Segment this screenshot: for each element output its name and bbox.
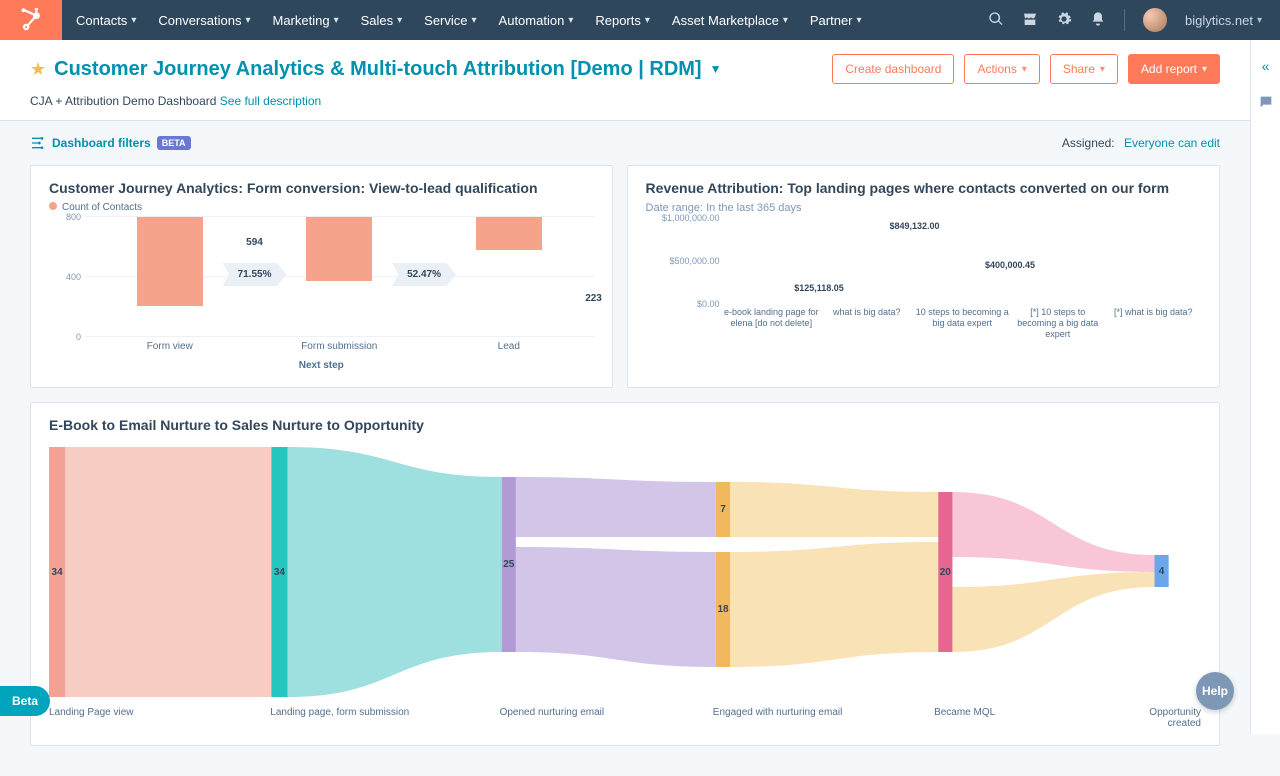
funnel-card: Customer Journey Analytics: Form convers… xyxy=(30,165,613,388)
beta-badge: BETA xyxy=(157,136,191,150)
nav-item[interactable]: Conversations▾ xyxy=(158,13,250,28)
card-subtitle: Date range: In the last 365 days xyxy=(646,202,1201,214)
sankey-node-value: 20 xyxy=(938,564,952,580)
collapse-icon[interactable]: « xyxy=(1262,58,1270,74)
category-label: Form submission xyxy=(255,341,425,352)
chevron-down-icon: ▾ xyxy=(645,15,650,26)
chevron-down-icon: ▾ xyxy=(334,15,339,26)
favorite-star-icon[interactable]: ★ xyxy=(30,59,46,80)
dashboard-filters-toggle[interactable]: Dashboard filters BETA xyxy=(30,135,191,151)
revenue-bar-group xyxy=(1010,218,1105,304)
help-button[interactable]: Help xyxy=(1196,672,1234,710)
category-label: Form view xyxy=(85,341,255,352)
sankey-node-value: 7 xyxy=(716,502,730,518)
category-label: what is big data? xyxy=(819,307,914,340)
sankey-stage-label: Landing Page view xyxy=(49,707,270,729)
revenue-chart: $0.00$500,000.00$1,000,000.00 $125,118.0… xyxy=(646,218,1201,304)
nav-item[interactable]: Asset Marketplace▾ xyxy=(672,13,788,28)
hubspot-logo[interactable] xyxy=(0,0,62,40)
chevron-down-icon: ▾ xyxy=(245,15,250,26)
sankey-node-value: 18 xyxy=(716,602,730,618)
title-dropdown-icon[interactable]: ▼ xyxy=(710,62,722,76)
chevron-down-icon: ▾ xyxy=(131,15,136,26)
account-switcher[interactable]: biglytics.net▾ xyxy=(1185,13,1262,28)
chevron-down-icon: ▾ xyxy=(568,15,573,26)
marketplace-icon[interactable] xyxy=(1022,11,1038,30)
sankey-node-value: 4 xyxy=(1155,563,1169,579)
card-title: E-Book to Email Nurture to Sales Nurture… xyxy=(49,417,1201,433)
chevron-down-icon: ▾ xyxy=(1022,64,1027,75)
nav-item[interactable]: Automation▾ xyxy=(499,13,574,28)
x-axis-title: Next step xyxy=(49,360,594,371)
category-label: [*] 10 steps to becoming a big data expe… xyxy=(1010,307,1105,340)
dashboard-toolbar: Dashboard filters BETA Assigned: Everyon… xyxy=(0,121,1250,165)
notifications-icon[interactable] xyxy=(1090,11,1106,30)
category-label: [*] what is big data? xyxy=(1105,307,1200,340)
category-label: 10 steps to becoming a big data expert xyxy=(915,307,1010,340)
chevron-down-icon: ▾ xyxy=(1202,64,1207,75)
right-rail: « xyxy=(1250,40,1280,734)
nav-item[interactable]: Sales▾ xyxy=(361,13,403,28)
see-full-description-link[interactable]: See full description xyxy=(220,94,321,108)
actions-button[interactable]: Actions▾ xyxy=(964,54,1039,84)
nav-item[interactable]: Contacts▾ xyxy=(76,13,136,28)
funnel-bar-group: 59471.55% xyxy=(85,217,255,337)
card-title: Revenue Attribution: Top landing pages w… xyxy=(646,180,1201,196)
assigned-area: Assigned: Everyone can edit xyxy=(1062,136,1220,150)
assigned-link[interactable]: Everyone can edit xyxy=(1124,136,1220,150)
sankey-stage-label: Engaged with nurturing email xyxy=(713,707,934,729)
page-subtitle: CJA + Attribution Demo Dashboard See ful… xyxy=(30,94,1220,108)
bar xyxy=(476,217,542,250)
category-label: e-book landing page for elena [do not de… xyxy=(724,307,819,340)
chevron-down-icon: ▾ xyxy=(472,15,477,26)
avatar[interactable] xyxy=(1143,8,1167,32)
nav-item[interactable]: Reports▾ xyxy=(595,13,650,28)
funnel-bar-group: 42552.47% xyxy=(255,217,425,337)
top-nav: Contacts▾ Conversations▾ Marketing▾ Sales▾ S… xyxy=(0,0,1280,40)
revenue-bar-group xyxy=(1105,218,1200,304)
sankey-chart: 34 34 25 7 18 20 4 xyxy=(49,447,1201,697)
page-title: Customer Journey Analytics & Multi-touch… xyxy=(54,58,701,81)
page-header: ★ Customer Journey Analytics & Multi-tou… xyxy=(0,40,1250,121)
sankey-node-value: 25 xyxy=(502,557,516,573)
revenue-bar-group: $125,118.05 xyxy=(724,218,819,304)
bar xyxy=(137,217,203,306)
beta-button[interactable]: Beta xyxy=(0,686,50,716)
chevron-down-icon: ▾ xyxy=(397,15,402,26)
search-icon[interactable] xyxy=(988,11,1004,30)
funnel-chart: 0400800 59471.55%42552.47%223 xyxy=(49,217,594,337)
create-dashboard-button[interactable]: Create dashboard xyxy=(832,54,954,84)
card-title: Customer Journey Analytics: Form convers… xyxy=(49,180,594,196)
nav-item[interactable]: Partner▾ xyxy=(810,13,862,28)
funnel-bar-group: 223 xyxy=(424,217,594,337)
settings-icon[interactable] xyxy=(1056,11,1072,30)
sankey-card: E-Book to Email Nurture to Sales Nurture… xyxy=(30,402,1220,746)
chevron-down-icon: ▾ xyxy=(1257,15,1262,26)
divider xyxy=(1124,9,1125,31)
sankey-stage-label: Opened nurturing email xyxy=(500,707,713,729)
chevron-down-icon: ▾ xyxy=(1100,64,1105,75)
legend-dot xyxy=(49,202,57,210)
add-report-button[interactable]: Add report▾ xyxy=(1128,54,1220,84)
sankey-stage-label: Opportunity created xyxy=(1149,707,1201,729)
chevron-down-icon: ▾ xyxy=(783,15,788,26)
category-label: Lead xyxy=(424,341,594,352)
sankey-stage-label: Landing page, form submission xyxy=(270,707,499,729)
top-cards-row: Customer Journey Analytics: Form convers… xyxy=(0,165,1250,402)
sankey-stage-label: Became MQL xyxy=(934,707,1149,729)
nav-item[interactable]: Marketing▾ xyxy=(272,13,338,28)
sankey-node-value: 34 xyxy=(49,564,65,580)
revenue-bar-group: $849,132.00 xyxy=(819,218,914,304)
nav-item[interactable]: Service▾ xyxy=(424,13,476,28)
share-button[interactable]: Share▾ xyxy=(1050,54,1118,84)
sankey-node-value: 34 xyxy=(271,564,287,580)
chevron-down-icon: ▾ xyxy=(857,15,862,26)
revenue-card: Revenue Attribution: Top landing pages w… xyxy=(627,165,1220,388)
revenue-bar-group: $400,000.45 xyxy=(915,218,1010,304)
comments-icon[interactable] xyxy=(1258,94,1274,115)
